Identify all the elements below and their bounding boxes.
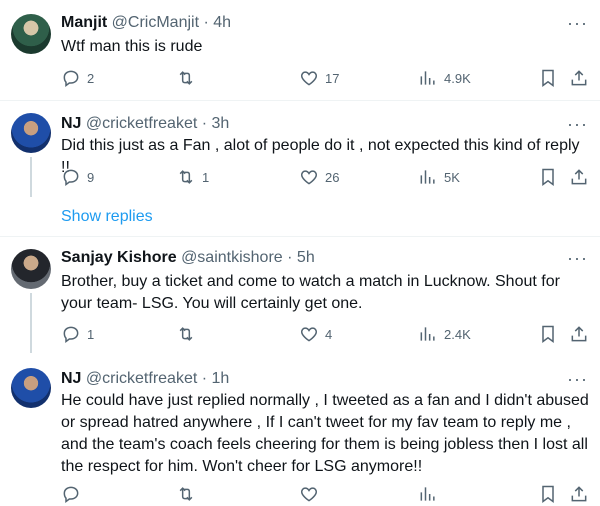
heart-icon [300,487,318,502]
avatar[interactable] [11,113,51,153]
user-handle[interactable]: @CricManjit [112,14,199,31]
share-icon [571,169,587,185]
views-icon [420,487,435,501]
views-count: 5K [444,169,460,185]
share-icon [571,70,587,86]
bookmark-button[interactable] [538,484,558,504]
separator-dot: · [287,249,293,266]
more-options-button[interactable]: ··· [567,249,588,267]
bookmark-icon [542,485,554,503]
avatar[interactable] [11,368,51,408]
reply-icon [63,486,79,503]
tweet-nj-followup[interactable]: NJ @cricketfreaket · 1h ··· He could hav… [0,356,600,503]
share-icon [571,486,587,502]
reply-count: 2 [87,70,95,86]
reply-button[interactable]: 9 [61,167,94,187]
action-bar: 1 4 2.4K [61,324,591,346]
views-icon [420,327,435,341]
tweet-text: Wtf man this is rude [61,38,203,55]
reply-button[interactable]: 1 [61,324,94,344]
retweet-button[interactable] [176,324,202,344]
views-button[interactable] [418,484,438,504]
timestamp[interactable]: 4h [213,14,231,31]
share-button[interactable] [569,484,589,504]
views-button[interactable]: 5K [418,167,460,187]
retweet-button[interactable] [176,484,196,504]
separator-dot: · [201,115,208,132]
views-button[interactable]: 4.9K [418,68,471,88]
heart-icon [300,170,318,185]
like-button[interactable]: 4 [299,324,332,344]
user-handle[interactable]: @cricketfreaket [86,115,197,132]
like-count: 4 [325,326,333,342]
user-handle[interactable]: @cricketfreaket [86,370,197,387]
like-count: 26 [325,169,340,185]
retweet-icon [179,170,193,184]
more-options-button[interactable]: ··· [567,14,588,32]
retweet-button[interactable]: 1 [176,167,209,187]
bookmark-button[interactable] [538,167,558,187]
views-count: 4.9K [444,70,471,86]
like-button[interactable]: 17 [299,68,339,88]
heart-icon [300,71,318,86]
reply-icon [63,70,79,87]
like-button[interactable] [299,484,319,504]
reply-button[interactable] [61,484,81,504]
bookmark-button[interactable] [538,324,558,344]
timestamp[interactable]: 5h [297,249,315,266]
bookmark-button[interactable] [538,68,558,88]
show-replies-link[interactable]: Show replies [61,208,153,226]
reply-count: 1 [87,326,95,342]
views-button[interactable]: 2.4K [418,324,471,344]
tweet-text: Brother, buy a ticket and come to watch … [61,273,560,312]
action-bar: 2 17 4.9K [61,68,591,90]
tweet-header: Manjit @CricManjit · 4h [61,14,231,32]
tweet-text: He could have just replied normally , I … [61,392,589,475]
action-bar: 9 1 26 5K [61,167,591,189]
more-options-button[interactable]: ··· [567,370,588,388]
share-button[interactable] [569,324,589,344]
reply-icon [63,169,79,186]
display-name[interactable]: Sanjay Kishore [61,249,177,266]
tweet-header: Sanjay Kishore @saintkishore · 5h [61,249,315,267]
more-options-button[interactable]: ··· [567,115,588,133]
timestamp[interactable]: 1h [212,370,230,387]
share-button[interactable] [569,167,589,187]
display-name[interactable]: NJ [61,370,81,387]
retweet-icon [179,71,193,85]
timestamp[interactable]: 3h [212,115,230,132]
action-bar [61,484,591,506]
user-handle[interactable]: @saintkishore [181,249,283,266]
avatar[interactable] [11,14,51,54]
retweet-icon [179,327,193,341]
heart-icon [300,327,318,342]
bookmark-icon [542,168,554,186]
like-button[interactable]: 26 [299,167,339,187]
tweet-manjit[interactable]: Manjit @CricManjit · 4h ··· Wtf man this… [0,0,600,100]
retweet-button[interactable] [176,68,202,88]
bookmark-icon [542,325,554,343]
avatar[interactable] [11,249,51,289]
reply-button[interactable]: 2 [61,68,94,88]
views-icon [420,170,435,184]
retweet-icon [179,487,193,501]
share-icon [571,326,587,342]
reply-count: 9 [87,169,95,185]
display-name[interactable]: NJ [61,115,81,132]
retweet-count: 1 [202,169,210,185]
reply-icon [63,326,79,343]
like-count: 17 [325,70,340,86]
separator-dot: · [201,370,208,387]
thread-line [30,293,32,353]
views-icon [420,71,435,85]
thread-line [30,157,32,197]
tweet-header: NJ @cricketfreaket · 3h [61,115,229,133]
share-button[interactable] [569,68,589,88]
display-name[interactable]: Manjit [61,14,107,31]
bookmark-icon [542,69,554,87]
views-count: 2.4K [444,326,471,342]
tweet-header: NJ @cricketfreaket · 1h [61,370,229,388]
tweet-sanjay-kishore[interactable]: Sanjay Kishore @saintkishore · 5h ··· Br… [0,237,600,353]
separator-dot: · [203,14,209,31]
